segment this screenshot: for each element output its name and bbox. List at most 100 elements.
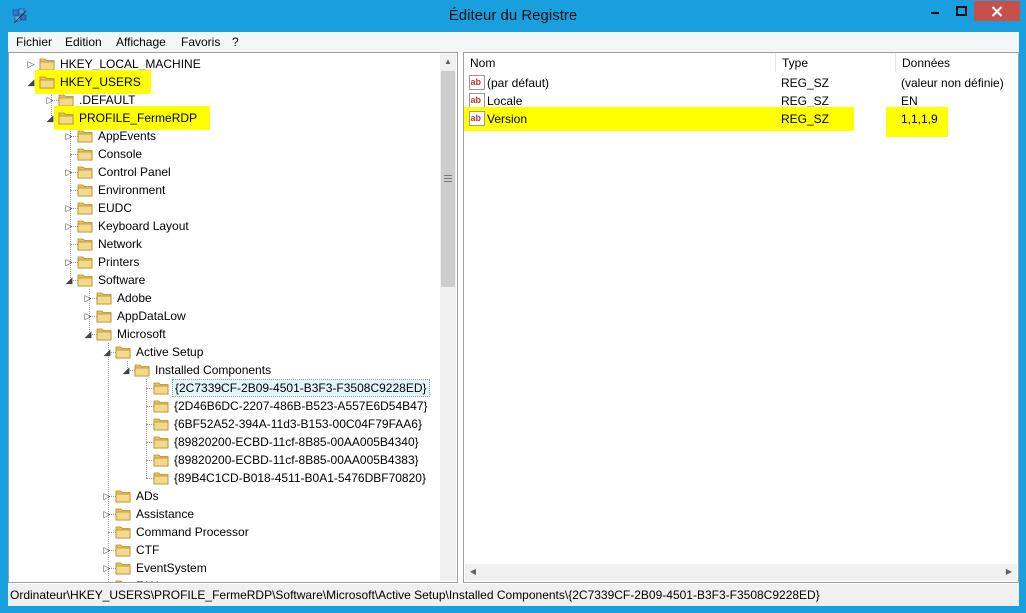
folder-icon xyxy=(96,327,112,341)
collapse-arrow-icon[interactable]: ◢ xyxy=(64,271,74,289)
tree-node[interactable]: ▷ Assistance xyxy=(9,505,439,523)
expand-arrow-icon[interactable]: ▷ xyxy=(64,217,74,235)
tree-node[interactable]: ▷ EventSystem xyxy=(9,559,439,577)
tree-node-label[interactable]: ADs xyxy=(134,487,161,505)
expand-arrow-icon[interactable]: ▷ xyxy=(102,487,112,505)
tree-node-label[interactable]: Environment xyxy=(96,181,167,199)
tree-node-label[interactable]: PROFILE_FermeRDP xyxy=(77,109,199,127)
expand-arrow-icon[interactable]: ▷ xyxy=(64,163,74,181)
tree-node[interactable]: {6BF52A52-394A-11d3-B153-00C04F79FAA6} xyxy=(9,415,439,433)
tree-node[interactable]: ◢ Microsoft xyxy=(9,325,439,343)
menu-edition[interactable]: Edition xyxy=(65,35,102,49)
tree-node[interactable]: {89B4C1CD-B018-4511-B0A1-5476DBF70820} xyxy=(9,469,439,487)
expand-arrow-icon[interactable]: ▷ xyxy=(64,127,74,145)
registry-tree[interactable]: ▷ HKEY_LOCAL_MACHINE ◢ HKEY_USERS ▷ .DEFAULT ◢… xyxy=(8,52,458,583)
scroll-left-icon[interactable]: ◀ xyxy=(465,564,481,580)
column-header-type[interactable]: Type xyxy=(776,53,896,72)
tree-node[interactable]: ▷ Printers xyxy=(9,253,439,271)
tree-scroll-thumb[interactable] xyxy=(441,71,455,287)
tree-node-label[interactable]: Keyboard Layout xyxy=(96,217,191,235)
value-row[interactable]: ab (par défaut) REG_SZ (valeur non définie) xyxy=(464,74,1016,92)
tree-node-label[interactable]: FAX xyxy=(134,577,161,582)
tree-node-label[interactable]: Adobe xyxy=(115,289,154,307)
folder-icon xyxy=(153,435,169,449)
expand-arrow-icon[interactable]: ▷ xyxy=(102,559,112,577)
expand-arrow-icon[interactable]: ▷ xyxy=(83,307,93,325)
tree-node[interactable]: ▷ Adobe xyxy=(9,289,439,307)
tree-node-label[interactable]: CTF xyxy=(134,541,161,559)
tree-node[interactable]: Command Processor xyxy=(9,523,439,541)
menu-affichage[interactable]: Affichage xyxy=(116,35,166,49)
tree-node[interactable]: {2D46B6DC-2207-486B-B523-A557E6D54B47} xyxy=(9,397,439,415)
registry-editor-window: Éditeur du Registre Fichier Edition Affi… xyxy=(0,0,1026,613)
tree-node-label[interactable]: {2D46B6DC-2207-486B-B523-A557E6D54B47} xyxy=(172,397,430,415)
tree-node-label[interactable]: EUDC xyxy=(96,199,134,217)
column-header-nom[interactable]: Nom xyxy=(464,53,776,72)
tree-node-label[interactable]: Installed Components xyxy=(153,361,273,379)
tree-node[interactable]: ◢ HKEY_USERS xyxy=(9,70,439,94)
tree-node[interactable]: ▷ CTF xyxy=(9,541,439,559)
tree-node-label[interactable]: Active Setup xyxy=(134,343,205,361)
maximize-button[interactable] xyxy=(948,1,974,21)
tree-node-label[interactable]: Printers xyxy=(96,253,141,271)
folder-icon xyxy=(115,579,131,582)
tree-node[interactable]: ▷ EUDC xyxy=(9,199,439,217)
tree-node-label[interactable]: {2C7339CF-2B09-4501-B3F3-F3508C9228ED} xyxy=(172,379,430,397)
minimize-button[interactable] xyxy=(922,1,948,21)
tree-node[interactable]: ▷ Keyboard Layout xyxy=(9,217,439,235)
tree-node-label[interactable]: Control Panel xyxy=(96,163,173,181)
collapse-arrow-icon[interactable]: ◢ xyxy=(26,73,36,91)
tree-node-label[interactable]: {89820200-ECBD-11cf-8B85-00AA005B4383} xyxy=(172,451,421,469)
tree-node-label[interactable]: Assistance xyxy=(134,505,196,523)
tree-node[interactable]: ◢ Installed Components xyxy=(9,361,439,379)
tree-node-label[interactable]: Software xyxy=(96,271,147,289)
tree-node[interactable]: Environment xyxy=(9,181,439,199)
tree-node-label[interactable]: Microsoft xyxy=(115,325,168,343)
tree-vertical-scrollbar[interactable]: ▲ xyxy=(440,54,456,581)
tree-node[interactable]: ▷ AppEvents xyxy=(9,127,439,145)
tree-node-label[interactable]: Console xyxy=(96,145,144,163)
title-bar[interactable]: Éditeur du Registre xyxy=(1,1,1025,32)
value-row[interactable]: ab Version REG_SZ 1,1,1,9 xyxy=(464,107,1016,137)
tree-node-label[interactable]: Command Processor xyxy=(134,523,251,541)
menu-help[interactable]: ? xyxy=(232,35,239,49)
expand-arrow-icon[interactable]: ▷ xyxy=(83,289,93,307)
list-horizontal-scrollbar[interactable]: ◀ ▶ xyxy=(465,564,1017,581)
menu-favoris[interactable]: Favoris xyxy=(181,35,220,49)
tree-node-label[interactable]: HKEY_USERS xyxy=(58,73,143,91)
tree-node[interactable]: Console xyxy=(9,145,439,163)
tree-node-label[interactable]: EventSystem xyxy=(134,559,209,577)
scroll-right-icon[interactable]: ▶ xyxy=(1001,564,1017,580)
column-header-donnees[interactable]: Données xyxy=(896,53,1016,72)
menu-fichier[interactable]: Fichier xyxy=(16,35,52,49)
tree-node[interactable]: ▷ Control Panel xyxy=(9,163,439,181)
tree-node[interactable]: {89820200-ECBD-11cf-8B85-00AA005B4383} xyxy=(9,451,439,469)
tree-node[interactable]: ▷ FAX xyxy=(9,577,439,582)
expand-arrow-icon[interactable]: ▷ xyxy=(64,253,74,271)
collapse-arrow-icon[interactable]: ◢ xyxy=(83,325,93,343)
collapse-arrow-icon[interactable]: ◢ xyxy=(102,343,112,361)
tree-node-label[interactable]: AppEvents xyxy=(96,127,158,145)
tree-node[interactable]: {89820200-ECBD-11cf-8B85-00AA005B4340} xyxy=(9,433,439,451)
collapse-arrow-icon[interactable]: ◢ xyxy=(121,361,131,379)
expand-arrow-icon[interactable]: ▷ xyxy=(102,541,112,559)
tree-node[interactable]: ▷ AppDataLow xyxy=(9,307,439,325)
tree-node[interactable]: ◢ PROFILE_FermeRDP xyxy=(9,106,439,130)
expand-arrow-icon[interactable]: ▷ xyxy=(102,577,112,582)
tree-node[interactable]: Network xyxy=(9,235,439,253)
close-button[interactable] xyxy=(974,1,1020,21)
tree-node[interactable]: ▷ ADs xyxy=(9,487,439,505)
tree-node-label[interactable]: AppDataLow xyxy=(115,307,188,325)
tree-node-label[interactable]: {89B4C1CD-B018-4511-B0A1-5476DBF70820} xyxy=(172,469,428,487)
scroll-up-icon[interactable]: ▲ xyxy=(440,54,456,70)
tree-node-label[interactable]: {89820200-ECBD-11cf-8B85-00AA005B4340} xyxy=(172,433,421,451)
expand-arrow-icon[interactable]: ▷ xyxy=(64,199,74,217)
expand-arrow-icon[interactable]: ▷ xyxy=(102,505,112,523)
tree-node[interactable]: ◢ Active Setup xyxy=(9,343,439,361)
tree-node[interactable]: ◢ Software xyxy=(9,271,439,289)
tree-node-label[interactable]: {6BF52A52-394A-11d3-B153-00C04F79FAA6} xyxy=(172,415,424,433)
tree-node-label[interactable]: Network xyxy=(96,235,144,253)
values-list[interactable]: Nom Type Données ab (par défaut) REG_SZ (va… xyxy=(463,52,1019,583)
collapse-arrow-icon[interactable]: ◢ xyxy=(45,109,55,127)
tree-node[interactable]: {2C7339CF-2B09-4501-B3F3-F3508C9228ED} xyxy=(9,379,439,397)
